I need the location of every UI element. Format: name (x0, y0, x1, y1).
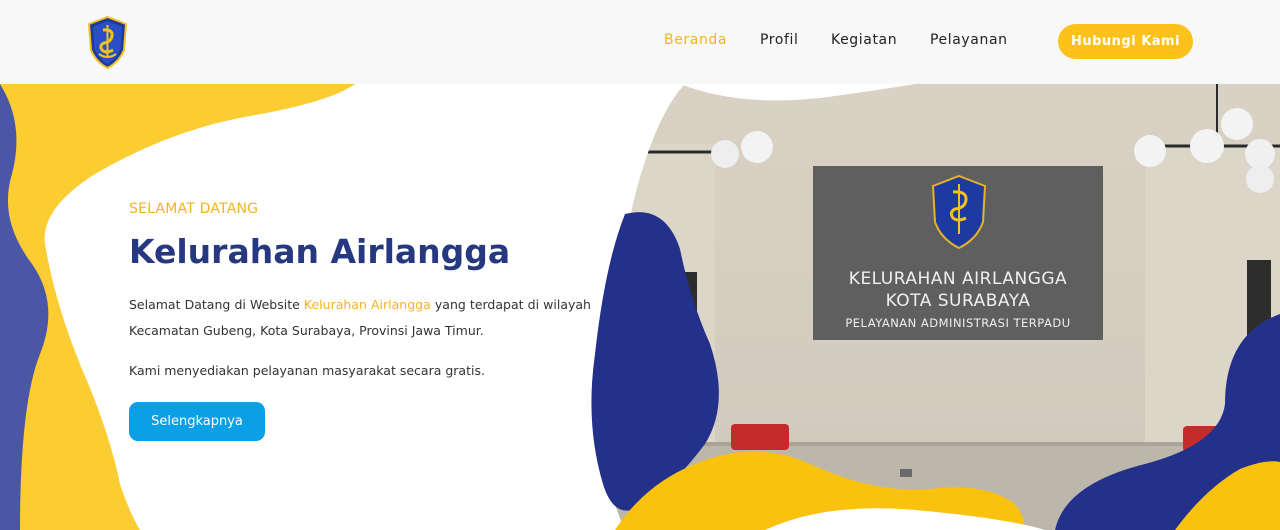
welcome-kicker: SELAMAT DATANG (129, 201, 259, 217)
desc-text-before: Selamat Datang di Website (129, 297, 304, 312)
sign-line-3: PELAYANAN ADMINISTRASI TERPADU (845, 316, 1071, 330)
nav-kegiatan[interactable]: Kegiatan (831, 32, 897, 48)
nav-profil[interactable]: Profil (760, 32, 799, 48)
surabaya-crest-logo[interactable] (86, 16, 129, 69)
hero-photo: KELURAHAN AIRLANGGA KOTA SURABAYA PELAYA… (585, 84, 1280, 530)
sign-line-2: KOTA SURABAYA (885, 291, 1031, 311)
sign-line-1: KELURAHAN AIRLANGGA (848, 269, 1068, 289)
hero-description: Selamat Datang di Website Kelurahan Airl… (129, 292, 591, 344)
read-more-button[interactable]: Selengkapnya (129, 402, 265, 441)
desc-highlight-link: Kelurahan Airlangga (303, 297, 431, 312)
hero-description-2: Kami menyediakan pelayanan masyarakat se… (129, 363, 485, 378)
nav-beranda[interactable]: Beranda (664, 32, 727, 48)
hero-section: SELAMAT DATANG Kelurahan Airlangga Selam… (0, 84, 1280, 530)
nav-pelayanan[interactable]: Pelayanan (930, 32, 1008, 48)
site-header: Beranda Profil Kegiatan Pelayanan Hubung… (0, 0, 1280, 84)
page-title: Kelurahan Airlangga (129, 232, 511, 271)
contact-us-button[interactable]: Hubungi Kami (1058, 24, 1193, 59)
